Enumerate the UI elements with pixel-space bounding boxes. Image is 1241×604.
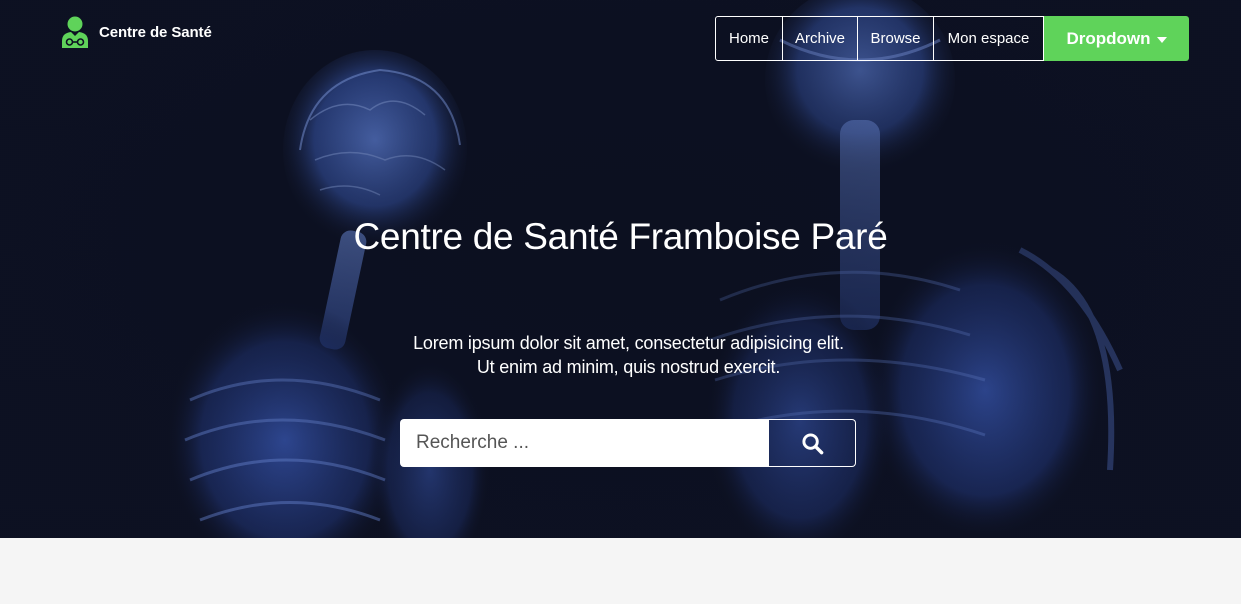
search-form: [400, 419, 856, 467]
hero-lead-line-2: Ut enim ad minim, quis nostrud exercit.: [476, 357, 781, 377]
search-icon: [801, 432, 823, 454]
brand[interactable]: Centre de Santé: [60, 16, 212, 48]
hero-section: Centre de Santé Home Archive Browse Mon …: [0, 0, 1241, 538]
content-area: [0, 538, 1241, 604]
hero-lead-line-1: Lorem ipsum dolor sit amet, consectetur …: [413, 333, 844, 353]
nav-item-home[interactable]: Home: [715, 16, 783, 61]
brand-name: Centre de Santé: [99, 23, 212, 41]
nav-item-mon-espace[interactable]: Mon espace: [933, 16, 1044, 61]
caret-down-icon: [1156, 36, 1167, 43]
hero-lead: Lorem ipsum dolor sit amet, consectetur …: [0, 331, 1241, 379]
doctor-icon: [62, 16, 88, 48]
search-input[interactable]: [400, 419, 769, 467]
main-nav: Home Archive Browse Mon espace Dropdown: [715, 16, 1189, 61]
dropdown-button[interactable]: Dropdown: [1044, 16, 1189, 61]
dropdown-label: Dropdown: [1066, 28, 1151, 48]
page-title: Centre de Santé Framboise Paré: [353, 216, 888, 257]
nav-item-archive[interactable]: Archive: [782, 16, 858, 61]
nav-item-browse[interactable]: Browse: [857, 16, 934, 61]
search-button[interactable]: [769, 419, 856, 467]
